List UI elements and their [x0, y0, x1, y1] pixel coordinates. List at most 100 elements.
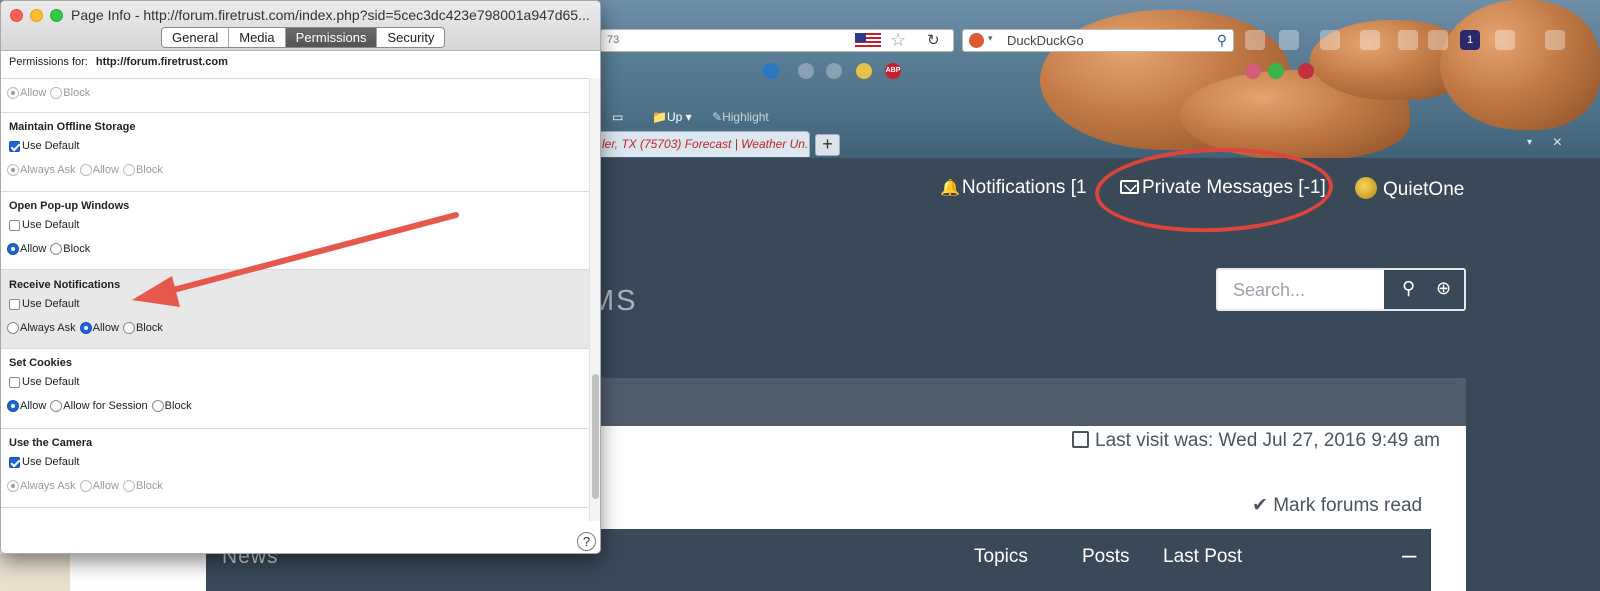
- section-title: Maintain Offline Storage: [9, 121, 136, 133]
- radio-group: Allow Allow for Session Block: [7, 400, 196, 412]
- mark-forums-read-link[interactable]: ✔ Mark forums read: [1252, 494, 1422, 517]
- play-icon[interactable]: [1545, 30, 1565, 50]
- window-titlebar[interactable]: Page Info - http://forum.firetrust.com/i…: [1, 1, 600, 51]
- radio-group: Allow Block: [7, 243, 94, 255]
- tab-permissions[interactable]: Permissions: [285, 28, 378, 47]
- section-title: Set Cookies: [9, 357, 72, 369]
- tab-security[interactable]: Security: [377, 28, 444, 47]
- radio-block[interactable]: Block: [122, 164, 163, 176]
- extension-icon[interactable]: [1245, 63, 1261, 79]
- search-icon[interactable]: ⚲: [1217, 32, 1227, 49]
- radio-block[interactable]: Block: [151, 400, 192, 412]
- reload-icon[interactable]: ↻: [927, 31, 940, 49]
- radio-block[interactable]: Block: [50, 243, 90, 255]
- scrollbar-thumb[interactable]: [592, 374, 599, 499]
- radio-label: Block: [135, 164, 163, 176]
- search-bar[interactable]: ▾ DuckDuckGo ⚲: [962, 29, 1234, 52]
- permissions-list: Allow Block Maintain Offline Storage Use…: [1, 78, 589, 521]
- radio-allow[interactable]: Allow: [7, 243, 46, 255]
- radio-dot: [7, 322, 19, 334]
- radio-dot: [7, 243, 19, 255]
- forum-search[interactable]: Search... ⚲ ⊕: [1216, 268, 1466, 311]
- collapse-button[interactable]: –: [1402, 539, 1416, 570]
- home-icon[interactable]: [1245, 30, 1265, 50]
- use-default-checkbox[interactable]: Use Default: [9, 376, 79, 388]
- chevron-down-icon[interactable]: ▾: [1527, 137, 1532, 148]
- bookmark-up[interactable]: 📁Up ▾: [652, 110, 692, 124]
- use-default-checkbox[interactable]: Use Default: [9, 456, 79, 468]
- username-label: QuietOne: [1383, 179, 1465, 200]
- minimize-window-button[interactable]: [30, 9, 43, 22]
- last-visit: Last visit was: Wed Jul 27, 2016 9:49 am: [1072, 430, 1440, 452]
- skype-icon[interactable]: [763, 63, 779, 79]
- user-menu[interactable]: QuietOne: [1355, 177, 1464, 201]
- bookmark-star-icon[interactable]: ☆: [890, 30, 906, 51]
- advanced-search-icon[interactable]: ⊕: [1436, 278, 1451, 299]
- help-button[interactable]: ?: [577, 532, 596, 551]
- close-window-button[interactable]: [10, 9, 23, 22]
- radio-allow[interactable]: Allow: [79, 480, 119, 492]
- radio-block[interactable]: Block: [122, 480, 163, 492]
- extension-icon[interactable]: [1279, 30, 1299, 50]
- menu-icon[interactable]: [1360, 30, 1380, 50]
- radio-allow[interactable]: Allow: [7, 87, 46, 99]
- forum-search-input[interactable]: Search...: [1233, 280, 1305, 301]
- duckduckgo-icon: [969, 33, 984, 48]
- radio-label: Allow for Session: [63, 400, 148, 412]
- scrollbar[interactable]: [589, 78, 600, 521]
- radio-allow[interactable]: Allow: [79, 164, 119, 176]
- radio-allow-session[interactable]: Allow for Session: [50, 400, 148, 412]
- radio-label: Block: [135, 322, 163, 334]
- tab-media[interactable]: Media: [229, 28, 286, 47]
- radio-allow[interactable]: Allow: [7, 400, 46, 412]
- radio-group: Allow Block: [7, 87, 94, 99]
- zoom-window-button[interactable]: [50, 9, 63, 22]
- use-default-checkbox[interactable]: Use Default: [9, 298, 79, 310]
- close-icon[interactable]: ×: [1553, 134, 1562, 152]
- radio-block[interactable]: Block: [50, 87, 90, 99]
- extension-icon[interactable]: [798, 63, 814, 79]
- forum-search-buttons: ⚲ ⊕: [1384, 270, 1464, 309]
- url-text: 73: [607, 34, 620, 46]
- permission-cookies: Set Cookies Use Default Allow Allow for …: [1, 349, 589, 429]
- radio-dot: [50, 400, 63, 412]
- radio-label: Block: [135, 480, 163, 492]
- badge-icon[interactable]: 1: [1460, 30, 1480, 50]
- remove-icon[interactable]: [1298, 63, 1314, 79]
- permission-offline-storage: Maintain Offline Storage Use Default Alw…: [1, 113, 589, 192]
- add-icon[interactable]: [1268, 63, 1284, 79]
- notifications-link[interactable]: 🔔 Notifications [1: [940, 177, 1087, 199]
- radio-label: Always Ask: [20, 322, 76, 334]
- extension-icon[interactable]: [1495, 30, 1515, 50]
- radio-dot: [7, 480, 19, 492]
- emoji-icon[interactable]: [856, 63, 872, 79]
- use-default-checkbox[interactable]: Use Default: [9, 140, 79, 152]
- radio-allow[interactable]: Allow: [79, 322, 119, 334]
- bell-icon: 🔔: [940, 180, 960, 197]
- bookmark-icon[interactable]: ▭: [612, 110, 623, 124]
- extension-icon[interactable]: [1398, 30, 1418, 50]
- permission-popups: Open Pop-up Windows Use Default Allow Bl…: [1, 192, 589, 270]
- checkbox: [9, 298, 20, 310]
- radio-block[interactable]: Block: [122, 322, 163, 334]
- checkbox-label: Use Default: [22, 140, 80, 152]
- bookmark-highlight[interactable]: ✎Highlight: [712, 110, 769, 124]
- permissions-for: Permissions for: http://forum.firetrust.c…: [9, 56, 228, 68]
- adblock-icon[interactable]: ABP: [885, 63, 901, 79]
- radio-always-ask[interactable]: Always Ask: [7, 480, 76, 492]
- chevron-down-icon[interactable]: ▾: [988, 33, 993, 44]
- search-icon[interactable]: ⚲: [1402, 278, 1415, 299]
- permissions-for-label: Permissions for:: [9, 56, 88, 68]
- use-default-checkbox[interactable]: Use Default: [9, 219, 79, 231]
- flag-icon[interactable]: [826, 63, 842, 79]
- radio-dot: [122, 480, 135, 492]
- radio-always-ask[interactable]: Always Ask: [7, 164, 76, 176]
- clock-icon[interactable]: [1428, 30, 1448, 50]
- radio-always-ask[interactable]: Always Ask: [7, 322, 76, 334]
- avatar: [1355, 177, 1377, 199]
- send-icon[interactable]: [1320, 30, 1340, 50]
- tab-general[interactable]: General: [162, 28, 230, 47]
- us-flag-icon[interactable]: [855, 33, 881, 49]
- tab-weather[interactable]: ler, TX (75703) Forecast | Weather Un...: [595, 131, 810, 157]
- new-tab-button[interactable]: +: [815, 134, 840, 156]
